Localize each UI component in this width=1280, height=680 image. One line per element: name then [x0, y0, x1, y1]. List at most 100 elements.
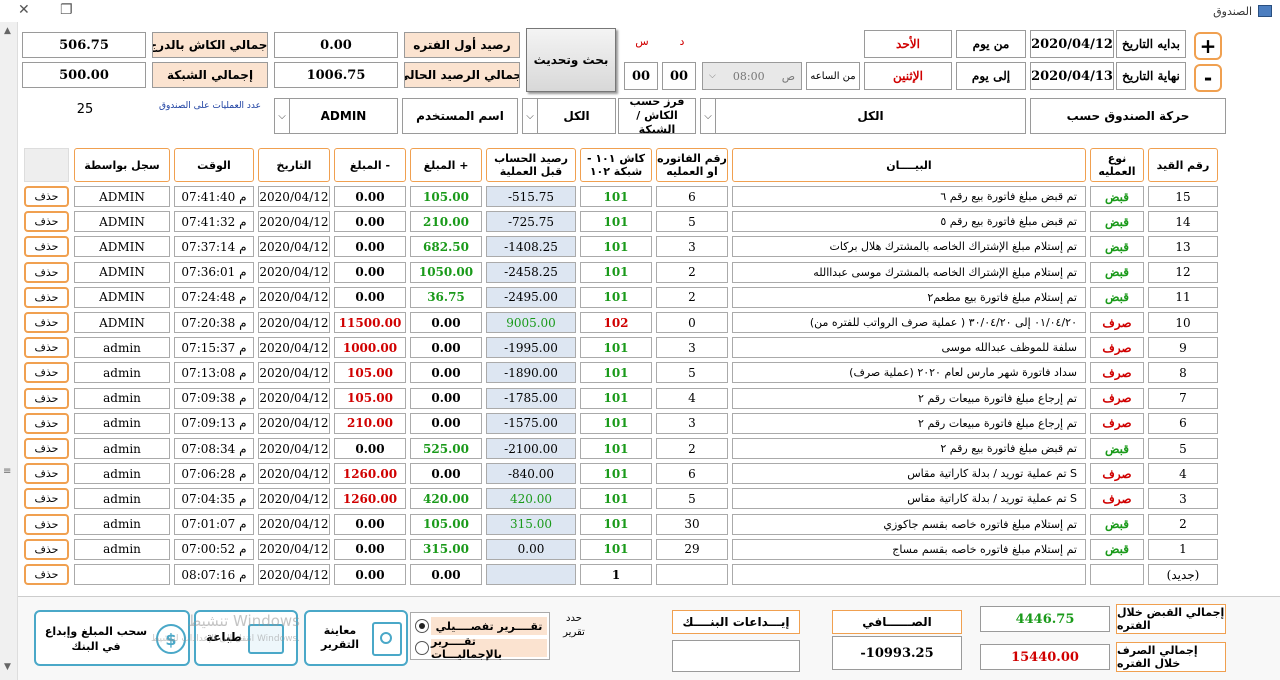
cell-time[interactable]: 07:20:38 م: [174, 312, 254, 333]
cell-inv[interactable]: 5: [656, 488, 728, 510]
cell-desc[interactable]: تم إستلام مبلغ الإشتراك الخاصه بالمشترك …: [732, 236, 1086, 258]
cell-date[interactable]: 2020/04/12: [258, 186, 330, 207]
cell-time[interactable]: 07:37:14 م: [174, 236, 254, 258]
cell-inv[interactable]: 5: [656, 211, 728, 233]
chevron-down-icon[interactable]: ⌵: [523, 99, 538, 133]
cell-time[interactable]: 07:41:40 م: [174, 186, 254, 207]
cell-cn[interactable]: 101: [580, 488, 652, 510]
cell-no[interactable]: 10: [1148, 312, 1218, 333]
cell-cn[interactable]: 101: [580, 261, 652, 283]
cell-minus[interactable]: 0.00: [334, 261, 406, 283]
cell-by[interactable]: ADMIN: [74, 261, 170, 283]
cell-plus[interactable]: 0.00: [410, 463, 482, 485]
cell-date[interactable]: 2020/04/12: [258, 412, 330, 434]
cell-no[interactable]: 12: [1148, 261, 1218, 283]
cell-plus[interactable]: 0.00: [410, 387, 482, 409]
chevron-down-icon[interactable]: ⌵: [701, 99, 716, 133]
cell-bal[interactable]: -1785.00: [486, 387, 576, 409]
restore-icon[interactable]: ❐: [60, 2, 73, 18]
hours-field[interactable]: 00: [624, 62, 658, 90]
cell-plus[interactable]: 105.00: [410, 186, 482, 207]
delete-row-button[interactable]: حذف: [24, 438, 69, 459]
cell-time[interactable]: 07:00:52 م: [174, 538, 254, 560]
totals-report-radio[interactable]: [415, 641, 429, 655]
chevron-down-icon[interactable]: ⌵: [275, 99, 290, 133]
cell-type[interactable]: صرف: [1090, 387, 1144, 409]
cell-time[interactable]: 07:13:08 م: [174, 362, 254, 384]
cell-by[interactable]: admin: [74, 387, 170, 409]
cell-desc[interactable]: تم إستلام مبلغ فاتوره خاصه بقسم جاكوزي: [732, 513, 1086, 535]
cell-by[interactable]: ADMIN: [74, 286, 170, 308]
cell-minus[interactable]: 1000.00: [334, 337, 406, 359]
cell-bal[interactable]: [486, 564, 576, 585]
end-date-field[interactable]: 2020/04/13: [1030, 62, 1114, 90]
cell-bal[interactable]: -2100.00: [486, 438, 576, 459]
cell-bal[interactable]: 9005.00: [486, 312, 576, 333]
cell-by[interactable]: admin: [74, 463, 170, 485]
cell-no[interactable]: (جديد): [1148, 564, 1218, 585]
delete-row-button[interactable]: حذف: [24, 186, 69, 207]
cell-date[interactable]: 2020/04/12: [258, 337, 330, 359]
cell-plus[interactable]: 0.00: [410, 564, 482, 585]
delete-row-button[interactable]: حذف: [24, 286, 69, 308]
delete-row-button[interactable]: حذف: [24, 312, 69, 333]
cell-by[interactable]: admin: [74, 362, 170, 384]
cell-no[interactable]: 6: [1148, 412, 1218, 434]
delete-row-button[interactable]: حذف: [24, 564, 69, 585]
cell-cn[interactable]: 1: [580, 564, 652, 585]
cell-type[interactable]: صرف: [1090, 312, 1144, 333]
cell-type[interactable]: صرف: [1090, 463, 1144, 485]
cell-plus[interactable]: 105.00: [410, 513, 482, 535]
cell-no[interactable]: 11: [1148, 286, 1218, 308]
col-entry-no[interactable]: رقم القيد: [1148, 148, 1218, 182]
col-invoice-no[interactable]: رقم الفاتوره او العمليه: [656, 148, 728, 182]
cell-inv[interactable]: 29: [656, 538, 728, 560]
cell-inv[interactable]: 3: [656, 337, 728, 359]
cell-plus[interactable]: 0.00: [410, 312, 482, 333]
cell-cn[interactable]: 101: [580, 362, 652, 384]
cell-by[interactable]: ADMIN: [74, 312, 170, 333]
cell-inv[interactable]: 5: [656, 362, 728, 384]
scroll-down-icon[interactable]: ▼: [4, 662, 11, 672]
delete-row-button[interactable]: حذف: [24, 236, 69, 258]
cell-desc[interactable]: تم إستلام مبلغ فاتورة بيع مطعم٢: [732, 286, 1086, 308]
totals-report-label[interactable]: تقــــرير بالإجماليـــات: [431, 635, 547, 661]
col-amount-plus[interactable]: المبلغ +: [410, 148, 482, 182]
cell-minus[interactable]: 105.00: [334, 387, 406, 409]
cell-date[interactable]: 2020/04/12: [258, 362, 330, 384]
cell-time[interactable]: 07:09:38 م: [174, 387, 254, 409]
cell-date[interactable]: 2020/04/12: [258, 236, 330, 258]
cell-bal[interactable]: -840.00: [486, 463, 576, 485]
cell-date[interactable]: 2020/04/12: [258, 564, 330, 585]
cell-type[interactable]: [1090, 564, 1144, 585]
cell-date[interactable]: 2020/04/12: [258, 312, 330, 333]
cell-by[interactable]: admin: [74, 412, 170, 434]
cell-minus[interactable]: 0.00: [334, 186, 406, 207]
col-cash-network[interactable]: كاش ١٠١ - شبكة ١٠٢: [580, 148, 652, 182]
cell-inv[interactable]: 3: [656, 412, 728, 434]
cell-type[interactable]: قبض: [1090, 513, 1144, 535]
cell-cn[interactable]: 101: [580, 513, 652, 535]
cell-desc[interactable]: [732, 564, 1086, 585]
cell-minus[interactable]: 1260.00: [334, 463, 406, 485]
cell-plus[interactable]: 525.00: [410, 438, 482, 459]
cell-no[interactable]: 7: [1148, 387, 1218, 409]
cell-inv[interactable]: 2: [656, 261, 728, 283]
cell-type[interactable]: قبض: [1090, 438, 1144, 459]
cell-time[interactable]: 07:41:32 م: [174, 211, 254, 233]
cell-type[interactable]: صرف: [1090, 337, 1144, 359]
cell-bal[interactable]: 420.00: [486, 488, 576, 510]
cell-cn[interactable]: 101: [580, 211, 652, 233]
cell-by[interactable]: admin: [74, 513, 170, 535]
cell-inv[interactable]: 6: [656, 463, 728, 485]
sort-dropdown[interactable]: ⌵ الكل: [522, 98, 616, 134]
cell-no[interactable]: 13: [1148, 236, 1218, 258]
cell-bal[interactable]: 0.00: [486, 538, 576, 560]
delete-row-button[interactable]: حذف: [24, 513, 69, 535]
cell-no[interactable]: 3: [1148, 488, 1218, 510]
cell-type[interactable]: قبض: [1090, 538, 1144, 560]
add-button[interactable]: +: [1194, 32, 1222, 60]
cell-inv[interactable]: [656, 564, 728, 585]
time-picker[interactable]: ⌵ 08:00 ص: [702, 62, 802, 90]
delete-row-button[interactable]: حذف: [24, 211, 69, 233]
